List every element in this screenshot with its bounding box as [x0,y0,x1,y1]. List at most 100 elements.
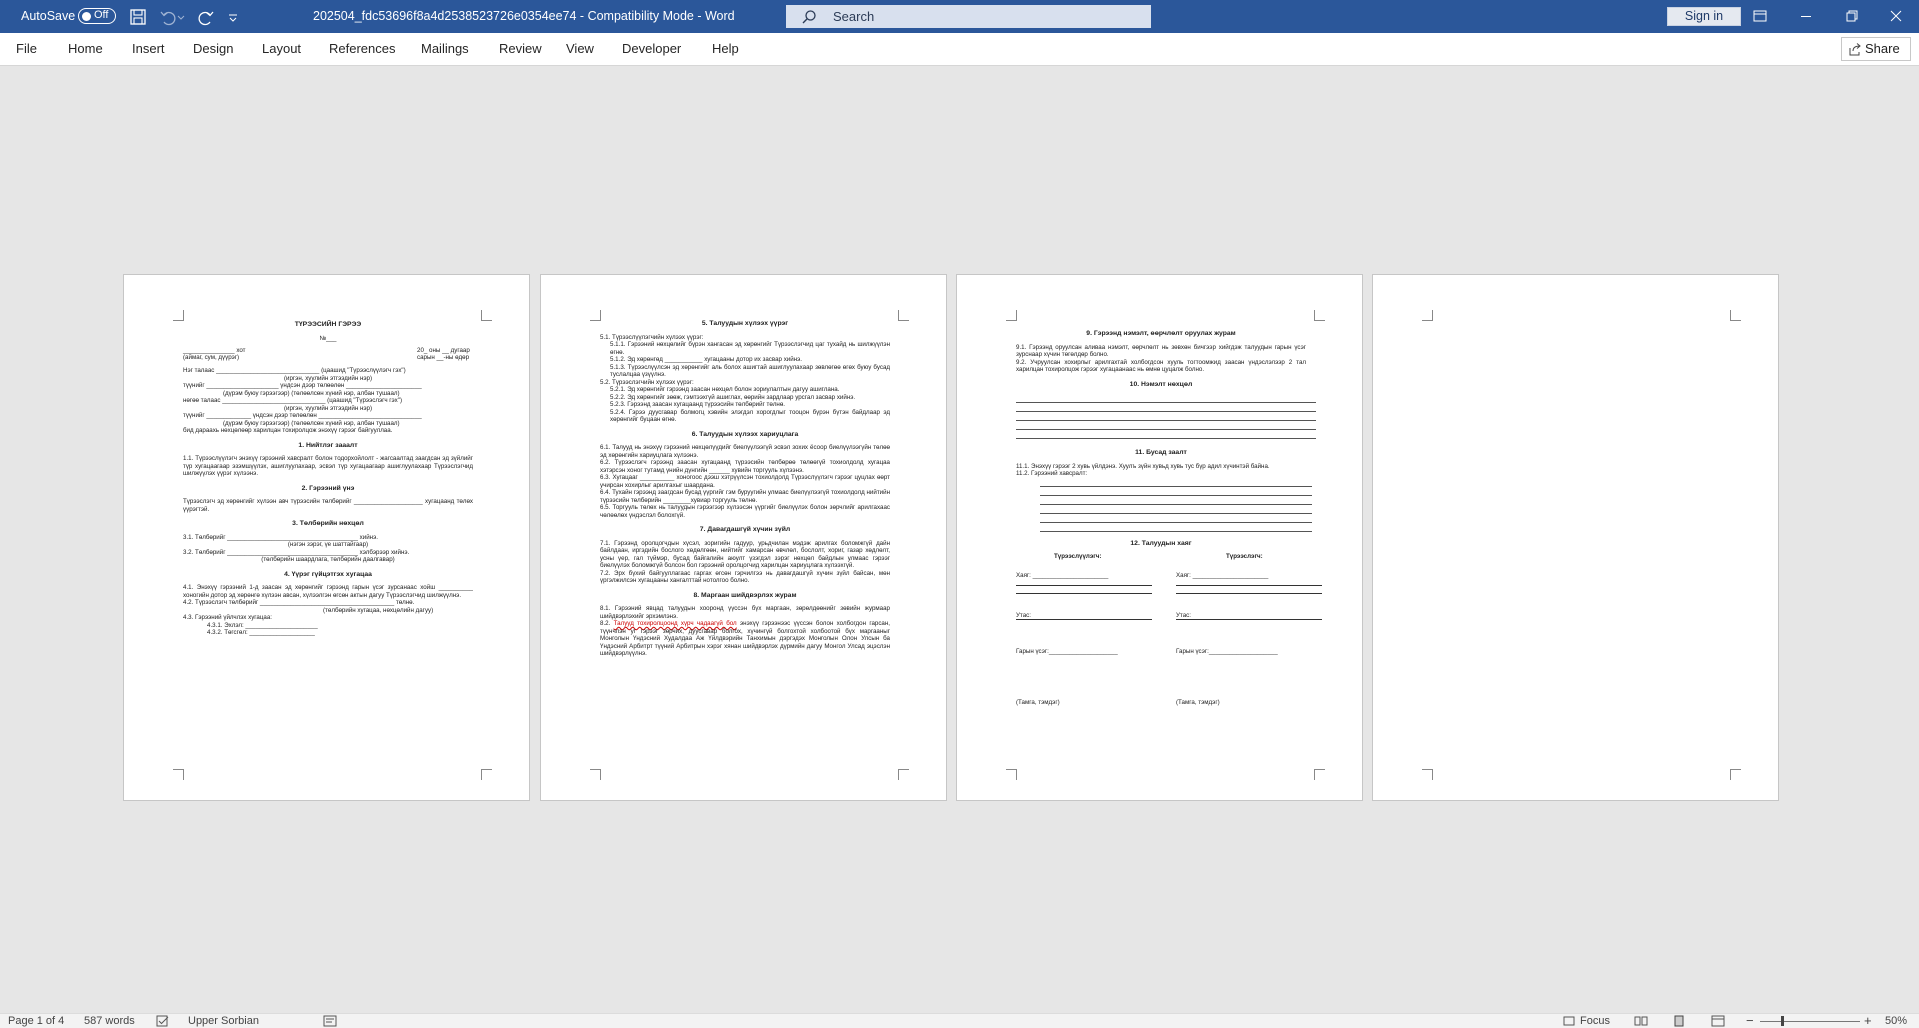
section-heading: 2. Гэрээний үнэ [301,484,355,492]
toggle-knob [82,11,91,21]
contract-number: №___ [319,334,337,342]
party2-rep: түүнийг _____________ үндсэн дээр төлөөл… [183,412,422,419]
section-heading: 6. Талуудын хүлээх хариуцлага [691,430,799,438]
language-indicator[interactable]: Upper Sorbian [188,1014,259,1028]
paragraph: 5.2.3. Гэрээнд заасан хугацаанд түрээсий… [610,401,786,408]
zoom-in-button[interactable]: + [1864,1014,1872,1028]
paragraph: 5.2.1. Эд хөрөнгийг гэрээнд заасан нөхцө… [610,386,840,393]
address-line [1176,593,1322,594]
page-body: 9. Гэрээнд нэмэлт, өөрчлөлт оруулах жура… [1016,330,1322,723]
party1-sub: (иргэн, хуулийн этгээдийн нэр) [283,374,373,382]
lessor-label: Түрээслүүлэгч: [1054,553,1102,560]
save-icon[interactable] [128,7,148,27]
undo-icon[interactable] [158,7,178,27]
spelling-error-text[interactable]: Талууд тохиролцоонд хүрч чадаагүй бол [614,620,737,627]
margin-corner [1422,310,1433,321]
document-page-1[interactable]: ТҮРЭЭСИЙН ГЭРЭЭ №___ _______________ хот… [123,274,530,801]
tab-developer[interactable]: Developer [622,33,681,65]
print-layout-icon[interactable] [1672,1015,1686,1027]
tab-design[interactable]: Design [193,33,233,65]
document-page-3[interactable]: 9. Гэрээнд нэмэлт, өөрчлөлт оруулах жура… [956,274,1363,801]
macro-recording-icon[interactable] [323,1015,337,1027]
address-line [1176,585,1322,586]
zoom-out-button[interactable]: − [1746,1014,1754,1028]
margin-corner [481,769,492,780]
contract-title: ТҮРЭЭСИЙН ГЭРЭЭ [294,321,362,328]
autosave-toggle[interactable]: Off [78,8,116,24]
title-bar: AutoSave Off 202504_fdc53696f8a4d2538523… [0,0,1919,33]
address-line [1016,593,1152,594]
word-count[interactable]: 587 words [84,1014,135,1028]
additional-terms-lines [1016,394,1316,439]
party2-line: нөгөө талаас ___________________________… [183,397,403,404]
section-heading: 9. Гэрээнд нэмэлт, өөрчлөлт оруулах жура… [1086,330,1236,337]
section-heading: 10. Нэмэлт нөхцөл [1129,380,1193,388]
share-button[interactable]: Share [1841,37,1911,61]
zoom-slider-track[interactable] [1760,1021,1860,1022]
section-heading: 4. Үүрэг гүйцэтгэх хугацаа [284,570,372,578]
section-heading: 7. Давагдашгүй хүчин зүйл [699,526,791,533]
paragraph: 4.2. Түрээслэгч төлбөрийг ______________… [183,599,415,606]
read-mode-icon[interactable] [1634,1015,1648,1027]
zoom-slider-thumb[interactable] [1781,1016,1784,1026]
tab-view[interactable]: View [566,33,594,65]
page-body: 5. Талуудын хүлээх үүрэг 5.1. Түрээслүүл… [600,320,890,658]
restore-icon[interactable] [1829,0,1875,33]
paragraph-sub: (төлбөрийн шаардлага, төлбөрийн даалгава… [261,556,395,563]
document-page-4[interactable] [1372,274,1779,801]
tab-help[interactable]: Help [712,33,739,65]
minimize-icon[interactable] [1783,0,1829,33]
redo-icon[interactable] [196,7,216,27]
margin-corner [1314,310,1325,321]
lessor-address: Хаяг: ______________________ [1016,572,1109,579]
customize-qat-icon[interactable] [227,7,239,27]
margin-corner [481,310,492,321]
sign-in-button[interactable]: Sign in [1667,7,1741,26]
web-layout-icon[interactable] [1711,1015,1725,1027]
phone-line [1176,619,1322,620]
tab-mailings[interactable]: Mailings [421,33,469,65]
paragraph: 6.2. Түрээслэгч гэрээнд заасан хугацаанд… [600,459,890,474]
lessor-signature: Гарын үсэг:____________________ [1016,648,1118,655]
date-sub: сарын __-ны өдөр [417,354,470,361]
paragraph: 3.1. Төлбөрийг _________________________… [183,533,378,541]
tab-insert[interactable]: Insert [132,33,165,65]
tab-layout[interactable]: Layout [262,33,301,65]
undo-dropdown-icon[interactable] [176,7,186,27]
paragraph: 5.1. Түрээслүүлэгчийн хүлээх үүрэг: [600,333,704,341]
focus-icon [1563,1016,1575,1026]
paragraph: 6.3. Хугацааг __________ хоногоос дээш х… [600,474,890,489]
ribbon-display-options-icon[interactable] [1737,0,1783,33]
zoom-level[interactable]: 50% [1885,1014,1907,1028]
lessor-stamp: (Тамга, тэмдэг) [1016,699,1060,706]
paragraph: 11.1. Энэхүү гэрээг 2 хувь үйлдэнэ. Хуул… [1016,462,1270,470]
address-line [1016,585,1152,586]
status-bar: Page 1 of 4 587 words Upper Sorbian Focu… [0,1013,1919,1028]
autosave-label: AutoSave [21,9,76,23]
paragraph-sub: (нэгэн зэрэг, үе шаттайгаар) [287,541,369,548]
party1-line: Нэг талаас _____________________________… [183,367,406,374]
page-count[interactable]: Page 1 of 4 [8,1014,64,1028]
proofing-icon[interactable] [156,1015,170,1027]
paragraph-prefix: 8.2. [600,620,614,627]
lessee-address: Хаяг: ______________________ [1176,572,1269,579]
document-page-2[interactable]: 5. Талуудын хүлээх үүрэг 5.1. Түрээслүүл… [540,274,947,801]
tab-review[interactable]: Review [499,33,542,65]
paragraph: 7.1. Гэрээнд оролцогчдын хүсэл, зоригийн… [600,539,890,570]
paragraph: 8.1. Гэрээний явцад талуудын хооронд үүс… [600,605,890,620]
tab-file[interactable]: File [16,33,37,65]
tab-references[interactable]: References [329,33,395,65]
paragraph: 6.5. Торгууль төлөх нь талуудын гэрээгээ… [600,504,890,519]
search-box[interactable]: Search [786,5,1151,28]
margin-corner [1730,769,1741,780]
focus-button[interactable]: Focus [1580,1014,1610,1028]
paragraph: 5.1.2. Эд хөрөнгөд ___________ хугацааны… [610,356,803,363]
tab-home[interactable]: Home [68,33,103,65]
margin-corner [898,769,909,780]
page-body: ТҮРЭЭСИЙН ГЭРЭЭ №___ _______________ хот… [183,321,473,637]
close-icon[interactable] [1873,0,1919,33]
section-heading: 3. Төлбөрийн нөхцөл [292,520,364,527]
share-icon [1849,43,1861,56]
paragraph: 4.1. Энэхүү гэрээний 1-д заасан эд хөрөн… [183,584,473,599]
margin-corner [1314,769,1325,780]
